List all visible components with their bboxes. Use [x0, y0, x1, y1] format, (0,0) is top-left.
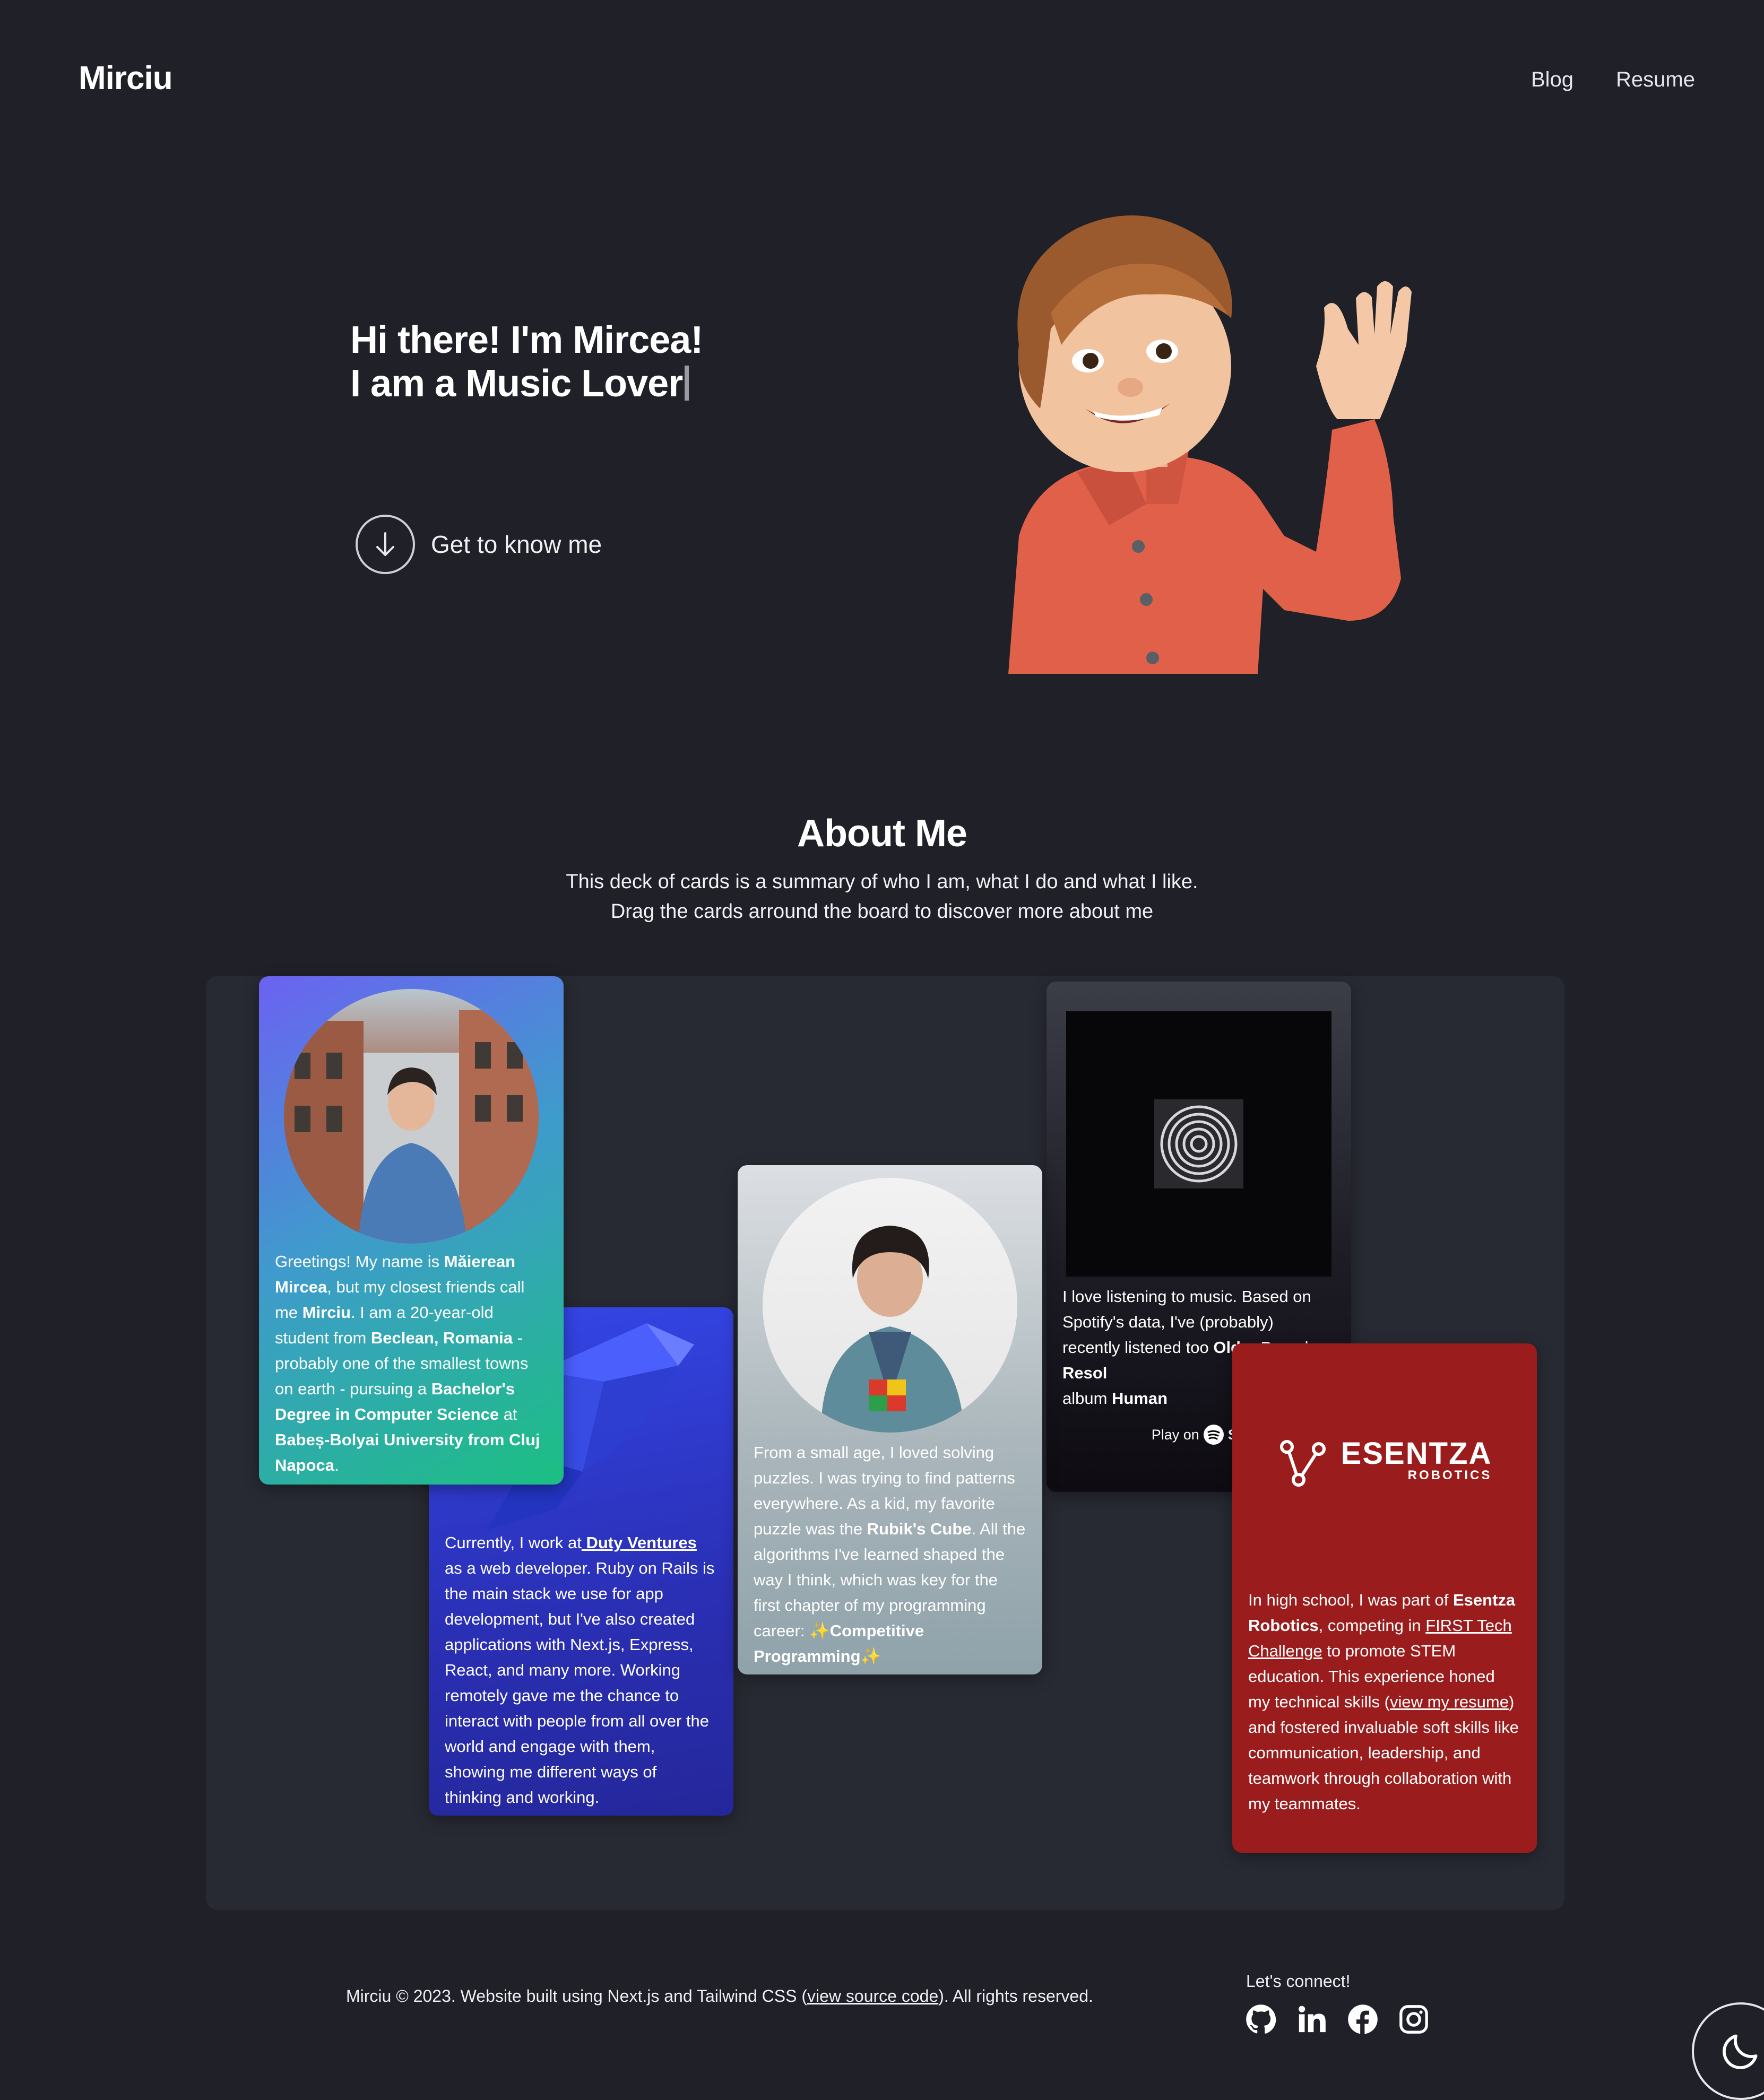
footer-copyright: Mirciu © 2023. Website built using Next.…	[346, 1986, 1093, 2006]
hero-heading: Hi there! I'm Mircea! I am a Music Lover	[350, 318, 703, 405]
view-resume-link[interactable]: view my resume	[1390, 1693, 1509, 1711]
robot-arm-icon	[1279, 1440, 1326, 1487]
sparkle-icon: ✨	[860, 1647, 881, 1665]
duty-ventures-link[interactable]: Duty Ventures	[582, 1533, 696, 1552]
esentza-robotics-logo: ESENTZA ROBOTICS	[1248, 1343, 1521, 1577]
card-robotics-text: In high school, I was part of Esentza Ro…	[1248, 1591, 1519, 1813]
card-puzzle[interactable]: From a small age, I loved solving puzzle…	[738, 1165, 1042, 1674]
about-subtitle-line-2: Drag the cards arround the board to disc…	[610, 900, 1154, 923]
venice-photo	[284, 989, 539, 1244]
instagram-icon[interactable]	[1398, 2003, 1430, 2035]
card-work-text: Currently, I work at Duty Ventures as a …	[445, 1533, 715, 1807]
arrow-down-icon	[356, 515, 415, 574]
hero-typewriter: I am a Music Lover	[350, 362, 703, 405]
nav-link-resume[interactable]: Resume	[1616, 68, 1695, 92]
album-cover	[1066, 1011, 1331, 1277]
typing-caret	[685, 366, 689, 401]
card-robotics[interactable]: ESENTZA ROBOTICS In high school, I was p…	[1232, 1343, 1537, 1853]
cta-label: Get to know me	[431, 531, 602, 558]
linkedin-icon[interactable]	[1296, 2003, 1328, 2035]
spotify-icon	[1203, 1425, 1224, 1445]
facebook-icon[interactable]	[1347, 2003, 1379, 2035]
hero-typed-text: I am a Music Lover	[350, 362, 683, 405]
dark-mode-toggle[interactable]	[1692, 2002, 1764, 2100]
connect-label: Let's connect!	[1246, 1972, 1351, 1991]
about-subtitle: This deck of cards is a summary of who I…	[0, 867, 1764, 926]
site-logo[interactable]: Mirciu	[79, 59, 173, 97]
github-icon[interactable]	[1245, 2003, 1277, 2035]
card-intro-text: Greetings! My name is Măierean Mircea, b…	[275, 1252, 540, 1474]
main-nav: Blog Resume	[1531, 68, 1695, 92]
hero-greeting: Hi there! I'm Mircea!	[350, 319, 703, 361]
sparkle-icon: ✨	[809, 1621, 830, 1640]
rubiks-cube-photo	[763, 1178, 1017, 1433]
about-heading: About Me	[797, 812, 967, 855]
social-links	[1245, 2003, 1430, 2035]
get-to-know-me-button[interactable]: Get to know me	[356, 515, 602, 574]
nav-link-blog[interactable]: Blog	[1531, 68, 1573, 92]
spiral-artwork-icon	[1154, 1099, 1243, 1188]
card-puzzle-text: From a small age, I loved solving puzzle…	[754, 1443, 1026, 1665]
waving-avatar-image	[1008, 215, 1412, 674]
view-source-code-link[interactable]: view source code	[807, 1986, 938, 2006]
moon-icon	[1723, 2034, 1758, 2069]
card-intro[interactable]: Greetings! My name is Măierean Mircea, b…	[259, 976, 564, 1485]
about-subtitle-line-1: This deck of cards is a summary of who I…	[566, 871, 1198, 893]
